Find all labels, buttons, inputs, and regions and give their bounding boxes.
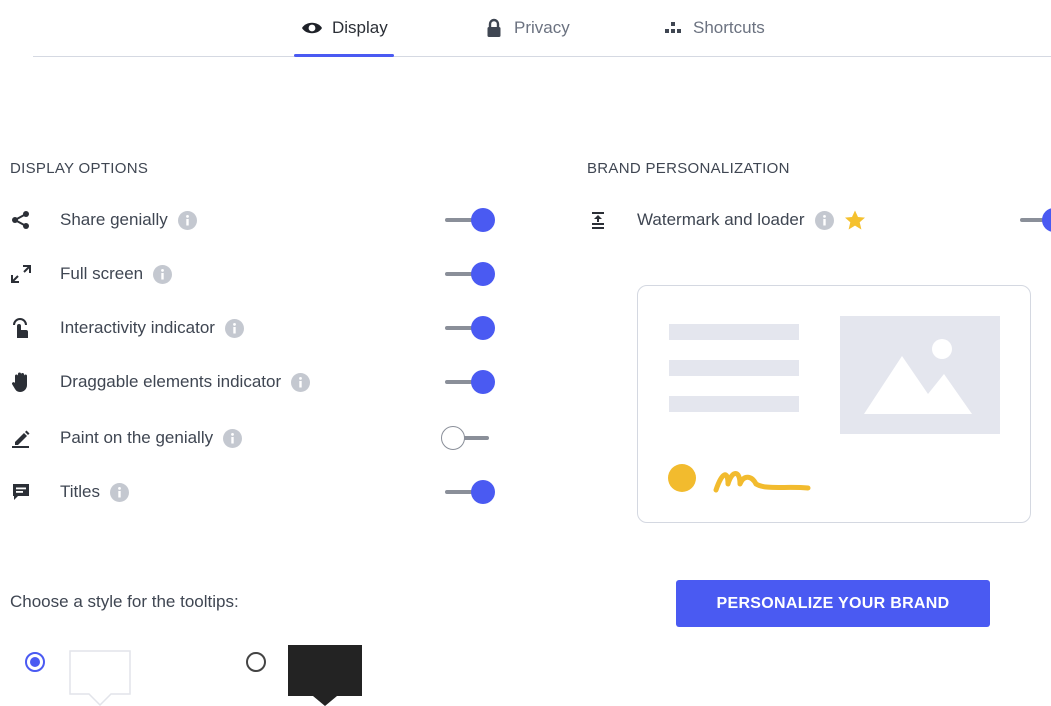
star-icon [844,210,866,231]
watermark-icon [587,209,609,231]
tooltip-light-preview[interactable] [67,648,133,706]
tooltip-light-radio[interactable] [25,652,45,672]
tooltip-dark-radio[interactable] [246,652,266,672]
tooltip-dark-preview[interactable] [287,644,363,706]
tab-display-label: Display [332,18,388,37]
paint-on-genially-toggle[interactable] [441,425,497,451]
option-full-screen: Full screen [10,259,500,289]
tooltip-style-label: Choose a style for the tooltips: [10,592,239,611]
option-share-genially: Share genially [10,205,500,235]
hand-icon [10,371,32,393]
info-icon[interactable] [814,210,834,230]
option-titles: Titles [10,477,500,507]
tab-shortcuts-label: Shortcuts [693,18,765,37]
lock-icon [482,16,506,40]
display-options-title: DISPLAY OPTIONS [10,160,149,177]
info-icon[interactable] [291,372,311,392]
watermark-toggle[interactable] [1016,207,1051,233]
info-icon[interactable] [223,428,243,448]
placeholder-line [669,324,799,340]
fullscreen-icon [10,263,32,285]
option-label: Share genially [60,210,168,229]
titles-toggle[interactable] [441,479,497,505]
tab-privacy[interactable]: Privacy [482,0,570,56]
full-screen-toggle[interactable] [441,261,497,287]
shortcuts-icon [661,16,685,40]
draggable-elements-toggle[interactable] [441,369,497,395]
info-icon[interactable] [224,318,244,338]
brand-personalization-title: BRAND PERSONALIZATION [587,160,790,177]
option-watermark-loader: Watermark and loader [587,205,1027,235]
info-icon[interactable] [153,264,173,284]
info-icon[interactable] [177,210,197,230]
placeholder-line [669,360,799,376]
tap-icon [10,317,32,339]
tab-bar: Display Privacy Shortcuts [33,0,1051,57]
personalize-brand-button[interactable]: PERSONALIZE YOUR BRAND [676,580,990,627]
option-interactivity-indicator: Interactivity indicator [10,313,500,343]
title-icon [10,481,32,503]
image-placeholder-icon [840,316,1000,434]
tab-shortcuts[interactable]: Shortcuts [661,0,765,56]
interactivity-indicator-toggle[interactable] [441,315,497,341]
info-icon[interactable] [110,482,129,502]
signature-icon [713,471,811,493]
option-draggable-elements: Draggable elements indicator [10,367,500,397]
brand-preview-card [637,285,1031,523]
share-icon [10,209,32,231]
tab-display[interactable]: Display [294,0,394,57]
option-paint-on-genially: Paint on the genially [10,423,500,453]
pencil-icon [10,427,32,449]
logo-dot [668,464,696,492]
option-label: Full screen [60,264,144,283]
option-label: Paint on the genially [60,428,214,447]
option-label: Watermark and loader [637,210,805,229]
option-label: Draggable elements indicator [60,372,282,391]
placeholder-line [669,396,799,412]
eye-icon [300,16,324,40]
share-genially-toggle[interactable] [441,207,497,233]
tab-privacy-label: Privacy [514,18,570,37]
option-label: Titles [60,482,100,501]
settings-page: Display Privacy Shortcuts DISPLAY OPTION… [0,0,1051,706]
option-label: Interactivity indicator [60,318,215,337]
